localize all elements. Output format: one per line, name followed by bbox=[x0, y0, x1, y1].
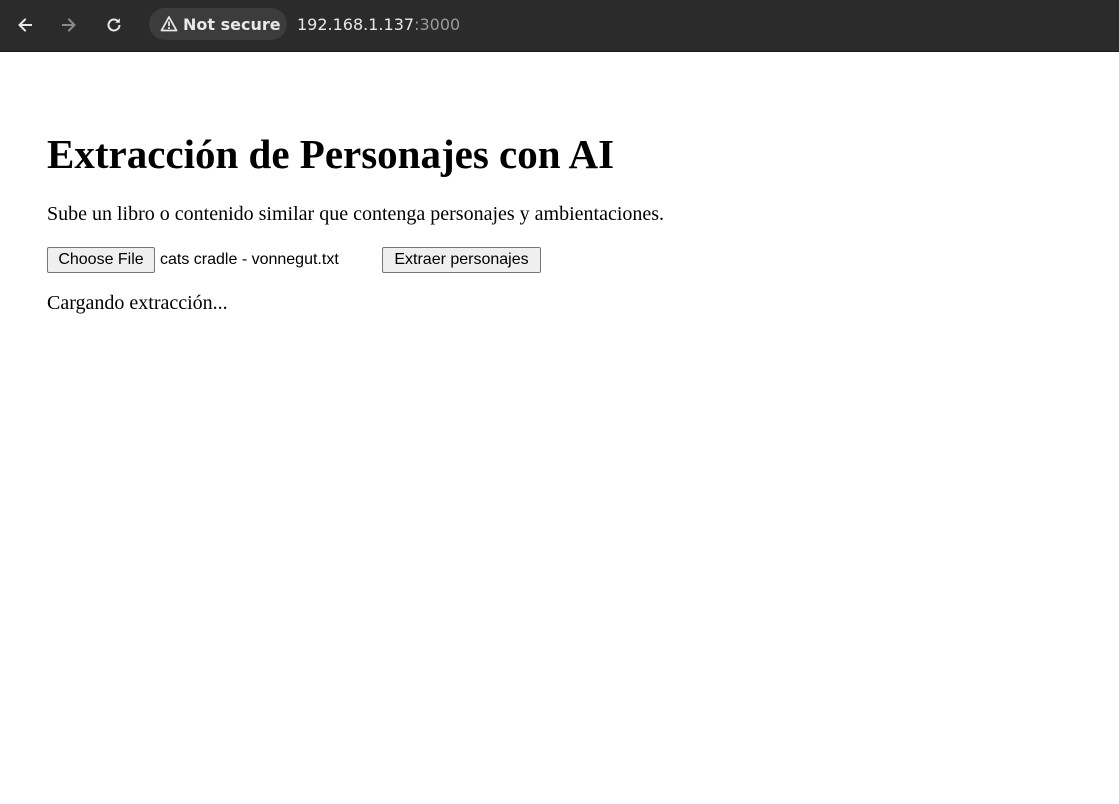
loading-status: Cargando extracción... bbox=[47, 292, 228, 314]
back-button[interactable] bbox=[9, 9, 41, 41]
reload-button[interactable] bbox=[98, 9, 130, 41]
page-title: Extracción de Personajes con AI bbox=[47, 131, 615, 177]
arrow-right-icon bbox=[62, 18, 76, 32]
selected-file-name: cats cradle - vonnegut.txt bbox=[160, 251, 339, 268]
forward-button[interactable] bbox=[53, 9, 85, 41]
security-label: Not secure bbox=[183, 14, 281, 34]
url-text[interactable]: 192.168.1.137:3000 bbox=[297, 15, 460, 34]
url-port: :3000 bbox=[414, 15, 461, 34]
security-indicator[interactable]: Not secure bbox=[149, 8, 287, 40]
arrow-left-icon bbox=[18, 18, 32, 32]
reload-icon bbox=[107, 18, 121, 32]
extract-characters-button[interactable]: Extraer personajes bbox=[382, 247, 541, 273]
page-subtitle: Sube un libro o contenido similar que co… bbox=[47, 203, 665, 225]
warning-triangle-icon bbox=[159, 14, 179, 34]
browser-toolbar: Not secure 192.168.1.137:3000 bbox=[0, 0, 1119, 52]
choose-file-button[interactable]: Choose File bbox=[47, 247, 155, 273]
address-bar[interactable]: Not secure 192.168.1.137:3000 bbox=[147, 6, 1109, 42]
url-host: 192.168.1.137 bbox=[297, 15, 415, 34]
